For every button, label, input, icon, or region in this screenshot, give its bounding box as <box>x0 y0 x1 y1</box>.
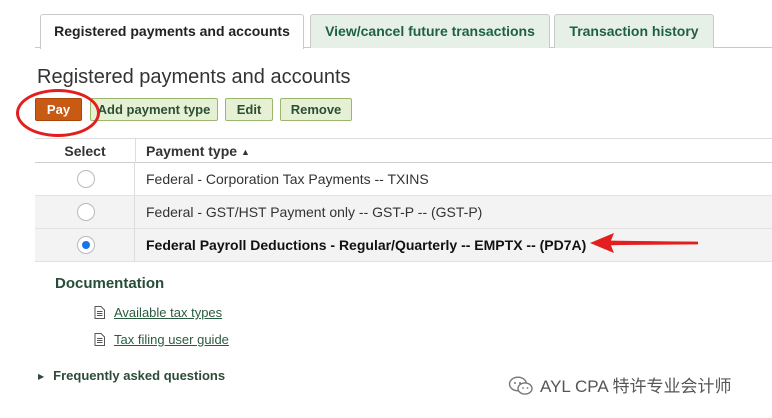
expand-triangle-icon: ▶ <box>38 372 45 381</box>
document-icon <box>94 333 105 346</box>
doc-link-tax-filing-guide[interactable]: Tax filing user guide <box>94 332 229 347</box>
table-header: Select Payment type ▲ <box>35 138 772 163</box>
payment-types-table: Select Payment type ▲ Federal - Corporati… <box>35 138 772 262</box>
payment-type-cell: Federal - Corporation Tax Payments -- TX… <box>146 171 429 187</box>
edit-button[interactable]: Edit <box>225 98 273 121</box>
wechat-icon <box>508 376 533 395</box>
watermark-text: AYL CPA 特许专业会计师 <box>540 377 732 396</box>
tab-bar: Registered payments and accounts View/ca… <box>35 10 772 49</box>
row-radio-button[interactable] <box>77 203 95 221</box>
payment-type-cell: Federal - GST/HST Payment only -- GST-P … <box>146 204 483 220</box>
faq-toggle[interactable]: ▶ Frequently asked questions <box>38 368 225 383</box>
doc-link-available-tax-types[interactable]: Available tax types <box>94 305 222 320</box>
tab-view-cancel-future[interactable]: View/cancel future transactions <box>310 14 550 48</box>
page-title: Registered payments and accounts <box>37 66 351 88</box>
payment-type-cell: Federal Payroll Deductions - Regular/Qua… <box>146 237 587 253</box>
select-cell <box>35 163 135 195</box>
tab-registered-payments[interactable]: Registered payments and accounts <box>40 14 304 49</box>
tax-filing-user-guide-link[interactable]: Tax filing user guide <box>114 332 229 347</box>
pay-button[interactable]: Pay <box>35 98 82 121</box>
table-row[interactable]: Federal - GST/HST Payment only -- GST-P … <box>35 196 772 229</box>
faq-label: Frequently asked questions <box>53 368 226 383</box>
row-radio-button-selected[interactable] <box>77 236 95 254</box>
select-cell <box>35 229 135 261</box>
tab-transaction-history[interactable]: Transaction history <box>554 14 714 48</box>
column-header-select: Select <box>64 143 106 159</box>
remove-button[interactable]: Remove <box>280 98 352 121</box>
select-cell <box>35 196 135 228</box>
column-header-payment-type-label: Payment type <box>146 143 238 159</box>
column-header-payment-type[interactable]: Payment type ▲ <box>136 139 250 163</box>
document-icon <box>94 306 105 319</box>
add-payment-type-button[interactable]: Add payment type <box>90 98 218 121</box>
table-row[interactable]: Federal Payroll Deductions - Regular/Qua… <box>35 229 772 262</box>
row-radio-button[interactable] <box>77 170 95 188</box>
watermark: AYL CPA 特许专业会计师 <box>508 372 731 397</box>
documentation-heading: Documentation <box>55 275 165 292</box>
table-row[interactable]: Federal - Corporation Tax Payments -- TX… <box>35 163 772 196</box>
available-tax-types-link[interactable]: Available tax types <box>114 305 222 320</box>
sort-ascending-icon[interactable]: ▲ <box>241 147 250 157</box>
